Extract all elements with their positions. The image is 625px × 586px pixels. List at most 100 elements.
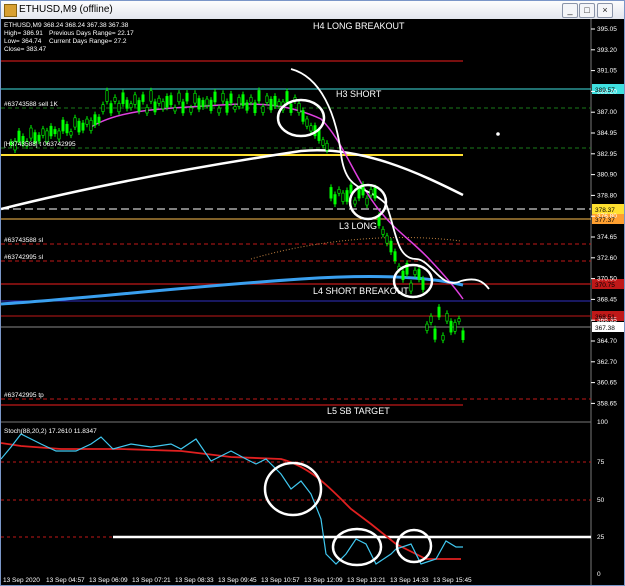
candle-body <box>353 199 357 205</box>
white-ma-line[interactable] <box>1 148 464 211</box>
candle-body <box>65 123 69 134</box>
candle-body <box>73 117 77 128</box>
candle-body <box>429 315 433 323</box>
stoch-tick-label: 0 <box>597 571 601 578</box>
candle-body <box>161 101 165 110</box>
candle-body <box>53 129 57 135</box>
label-h3: H3 SHORT <box>336 89 382 99</box>
candle-body <box>169 95 173 106</box>
candle-body <box>461 330 465 341</box>
price-badge-label: 370.75 <box>595 282 615 289</box>
candle-body <box>305 118 309 127</box>
candle-body <box>213 91 217 103</box>
candle-body <box>137 100 141 112</box>
candle-body <box>337 189 341 194</box>
time-tick-label: 13 Sep 04:57 <box>46 577 85 584</box>
price-badge-label: 378.37 <box>595 207 615 214</box>
price-tick-label: 395.05 <box>597 26 617 33</box>
price-tick-label: 382.95 <box>597 151 617 158</box>
dotted-ma-line[interactable] <box>250 237 462 260</box>
candle-body <box>273 95 277 107</box>
candle-body <box>125 99 129 109</box>
stoch-signal-line[interactable] <box>1 442 461 560</box>
candle-body <box>121 92 125 105</box>
price-tick-label: 362.70 <box>597 359 617 366</box>
price-badge-label: 368.51 <box>595 314 615 321</box>
candle-body <box>345 190 349 202</box>
candle-body <box>185 92 189 102</box>
info-cur-range: Current Days Range= 27.2 <box>49 38 127 45</box>
price-badge-label: 367.38 <box>595 325 615 332</box>
candle-body <box>413 269 417 275</box>
title-bar: ETHUSD,M9 (offline) _ □ × <box>1 1 624 20</box>
label-l5: L5 SB TARGET <box>327 406 390 416</box>
candle-body <box>237 97 241 107</box>
candle-body <box>177 92 181 103</box>
candle-body <box>257 90 261 102</box>
candle-body <box>117 103 121 113</box>
candle-body <box>233 106 237 110</box>
candle-body <box>133 94 137 105</box>
stoch-annotation-2[interactable] <box>331 527 383 567</box>
candle-body <box>45 130 49 142</box>
price-tick-label: 372.60 <box>597 255 617 262</box>
order-label-tp: #63742995 tp <box>4 392 44 399</box>
candle-body <box>113 97 117 102</box>
time-tick-label: 13 Sep 09:45 <box>218 577 257 584</box>
time-tick-label: 13 Sep 10:57 <box>261 577 300 584</box>
candle-body <box>341 192 345 202</box>
candle-body <box>437 306 441 318</box>
cursor-dot <box>496 132 500 136</box>
candle-body <box>145 107 149 114</box>
candle-body <box>389 240 393 253</box>
price-candles[interactable] <box>9 87 465 344</box>
minimize-button[interactable]: _ <box>562 3 578 18</box>
candle-body <box>421 278 425 290</box>
candle-body <box>285 91 289 103</box>
stoch-tick-label: 50 <box>597 497 605 504</box>
candle-body <box>225 101 229 113</box>
badge-labels: 389.57 378.37 377.37 370.75 368.51 367.38 <box>595 87 615 332</box>
candle-body <box>309 125 313 132</box>
chart-canvas[interactable]: ETHUSD,M9 368.24 368.24 367.38 367.38 Hi… <box>1 19 624 585</box>
candle-body <box>329 187 333 199</box>
stoch-tick-label: 25 <box>597 534 605 541</box>
price-tick-label: 380.90 <box>597 172 617 179</box>
chart-icon <box>4 4 17 17</box>
close-button[interactable]: × <box>597 3 613 18</box>
candle-body <box>245 102 249 111</box>
price-tick-label: 358.65 <box>597 400 617 407</box>
time-tick-label: 13 Sep 2020 <box>3 577 40 584</box>
candle-body <box>261 106 265 113</box>
candle-body <box>289 103 293 113</box>
price-tick-label: 360.65 <box>597 380 617 387</box>
price-tick-label: 387.00 <box>597 109 617 116</box>
time-axis-labels: 13 Sep 2020 13 Sep 04:57 13 Sep 06:09 13 Se… <box>3 577 472 584</box>
candle-body <box>61 119 65 132</box>
chart-area[interactable]: ETHUSD,M9 368.24 368.24 367.38 367.38 Hi… <box>1 19 624 585</box>
candle-body <box>433 328 437 340</box>
price-badge-label: 377.37 <box>595 217 615 224</box>
candle-body <box>409 282 413 292</box>
info-line1: ETHUSD,M9 368.24 368.24 367.38 367.38 <box>4 22 129 29</box>
white-curve[interactable] <box>290 68 490 290</box>
candle-body <box>201 100 205 108</box>
time-tick-label: 13 Sep 07:21 <box>132 577 171 584</box>
candle-body <box>89 120 93 131</box>
stoch-main-line[interactable] <box>1 433 463 565</box>
candle-body <box>277 101 281 107</box>
candle-body <box>141 94 145 102</box>
time-tick-label: 13 Sep 13:21 <box>347 577 386 584</box>
candle-body <box>457 318 461 323</box>
maximize-button[interactable]: □ <box>579 3 595 18</box>
order-label-sl1: #63743588 sl <box>4 237 44 244</box>
stoch-annotation-3[interactable] <box>395 528 433 564</box>
candle-body <box>85 118 89 125</box>
order-label-blend: [H3743588] t 063742995 <box>4 141 76 148</box>
candle-body <box>189 107 193 113</box>
candle-body <box>105 90 109 102</box>
info-low: Low= 364.74 <box>4 38 42 45</box>
time-tick-label: 13 Sep 15:45 <box>433 577 472 584</box>
stoch-axis-labels: 100 75 50 25 0 <box>597 419 608 578</box>
stoch-annotation-1[interactable] <box>263 461 323 517</box>
